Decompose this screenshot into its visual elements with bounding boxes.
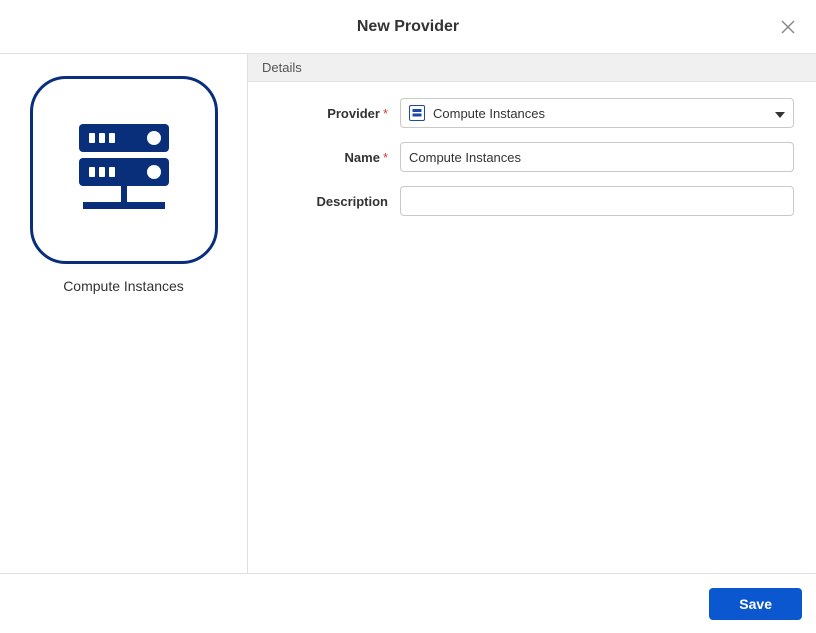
- required-marker: *: [383, 150, 388, 165]
- description-label: Description: [264, 194, 388, 209]
- save-button[interactable]: Save: [709, 588, 802, 620]
- required-marker: *: [383, 106, 388, 121]
- server-icon: [69, 120, 179, 220]
- provider-label: Provider*: [264, 106, 388, 121]
- name-label-text: Name: [345, 150, 380, 165]
- provider-caption: Compute Instances: [63, 278, 184, 294]
- dialog-header: New Provider: [0, 0, 816, 54]
- description-input[interactable]: [400, 186, 794, 216]
- details-section-header: Details: [248, 54, 816, 82]
- dialog-footer: Save: [0, 573, 816, 633]
- name-label: Name*: [264, 150, 388, 165]
- description-label-text: Description: [316, 194, 388, 209]
- chevron-down-icon: [775, 106, 785, 121]
- dialog-title: New Provider: [357, 18, 459, 36]
- provider-select-value: Compute Instances: [433, 106, 775, 121]
- details-panel: Details Provider* Compute Instances: [248, 54, 816, 573]
- compute-instances-icon: [409, 105, 425, 121]
- dialog-body: Compute Instances Details Provider*: [0, 54, 816, 573]
- provider-icon-tile: [30, 76, 218, 264]
- description-row: Description: [264, 186, 794, 216]
- provider-select[interactable]: Compute Instances: [400, 98, 794, 128]
- details-form: Provider* Compute Instances: [248, 82, 816, 246]
- provider-row: Provider* Compute Instances: [264, 98, 794, 128]
- name-input[interactable]: [400, 142, 794, 172]
- provider-preview-panel: Compute Instances: [0, 54, 248, 573]
- close-icon: [780, 19, 796, 35]
- provider-label-text: Provider: [327, 106, 380, 121]
- close-button[interactable]: [778, 17, 798, 37]
- name-row: Name*: [264, 142, 794, 172]
